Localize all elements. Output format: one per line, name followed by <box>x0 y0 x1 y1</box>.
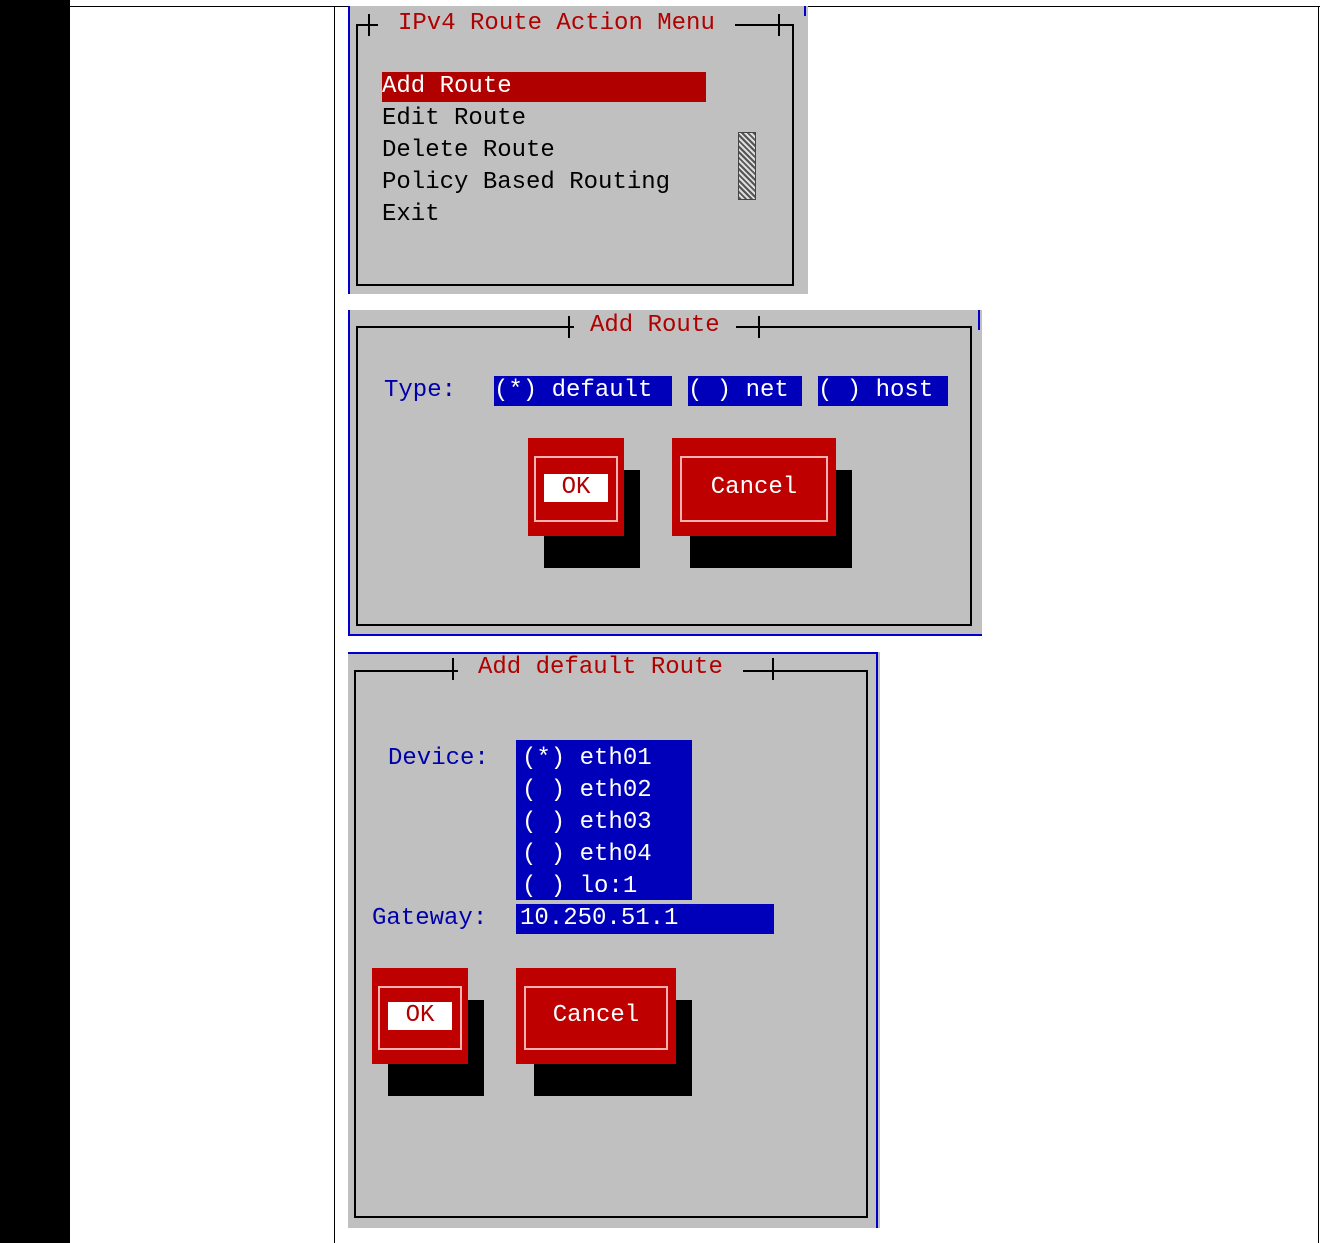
menu-title: IPv4 Route Action Menu <box>378 10 735 38</box>
device-option-eth02[interactable]: ( ) eth02 <box>522 776 652 806</box>
cancel-button-label[interactable]: Cancel <box>524 1002 668 1030</box>
device-option-eth01[interactable]: (*) eth01 <box>522 744 652 774</box>
device-option-lo1[interactable]: ( ) lo:1 <box>522 872 637 902</box>
left-sidebar-bar <box>0 0 70 1243</box>
ok-button-label[interactable]: OK <box>388 1002 452 1030</box>
menu-item-exit[interactable]: Exit <box>382 200 440 230</box>
add-route-dialog: Add Route Type: (*) default ( ) net ( ) … <box>348 310 982 636</box>
title-left-tick <box>368 14 370 36</box>
type-option-default[interactable]: (*) default <box>494 376 672 406</box>
menu-scrollbar[interactable] <box>738 132 756 200</box>
menu-item-delete-route[interactable]: Delete Route <box>382 136 555 166</box>
gateway-input[interactable]: 10.250.51.1 <box>516 904 774 934</box>
title-right-tick <box>758 316 760 338</box>
ok-button-label[interactable]: OK <box>544 474 608 502</box>
dialog-edge <box>804 6 806 16</box>
table-right-border <box>1318 6 1319 1243</box>
type-option-host[interactable]: ( ) host <box>818 376 948 406</box>
add-route-border <box>356 326 972 626</box>
title-right-tick <box>778 14 780 36</box>
menu-item-add-route[interactable]: Add Route <box>382 72 706 102</box>
cancel-button-label[interactable]: Cancel <box>680 474 828 502</box>
add-default-title: Add default Route <box>458 654 743 682</box>
device-option-eth03[interactable]: ( ) eth03 <box>522 808 652 838</box>
route-action-menu-dialog: IPv4 Route Action Menu Add Route Edit Ro… <box>348 6 808 294</box>
dialog-edge <box>348 6 350 294</box>
title-left-tick <box>568 316 570 338</box>
type-option-net[interactable]: ( ) net <box>688 376 802 406</box>
device-option-eth04[interactable]: ( ) eth04 <box>522 840 652 870</box>
dialog-edge <box>348 310 350 636</box>
menu-item-policy-routing[interactable]: Policy Based Routing <box>382 168 670 198</box>
dialog-edge <box>348 634 982 636</box>
dialog-edge <box>876 652 878 1228</box>
dialog-edge <box>978 310 980 330</box>
type-label: Type: <box>384 377 457 404</box>
title-left-tick <box>452 658 454 680</box>
add-default-route-dialog: Add default Route Device: (*) eth01 ( ) … <box>348 652 880 1228</box>
menu-item-edit-route[interactable]: Edit Route <box>382 104 526 134</box>
title-right-tick <box>772 658 774 680</box>
add-route-title: Add Route <box>574 312 736 340</box>
gateway-label: Gateway: <box>372 905 488 932</box>
table-column-divider <box>334 6 335 1243</box>
device-label: Device: <box>388 745 489 772</box>
